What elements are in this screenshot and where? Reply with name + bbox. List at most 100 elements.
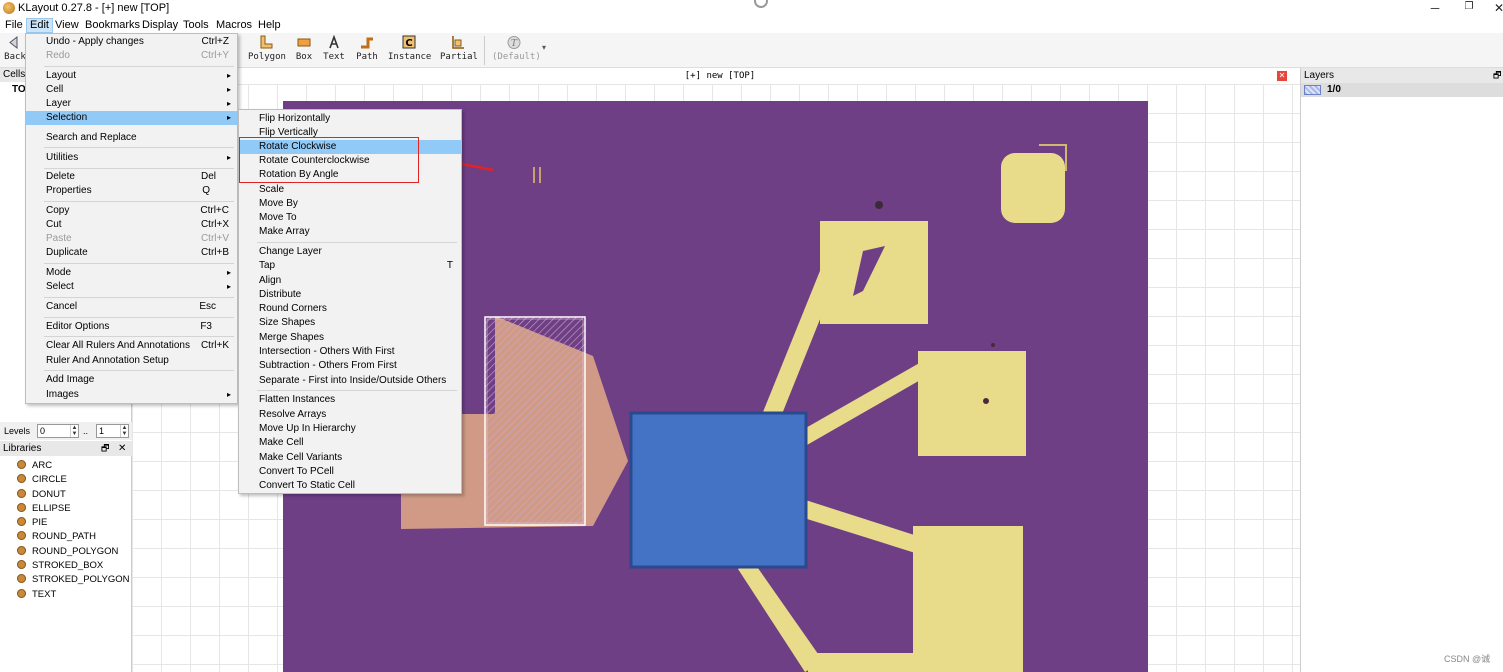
menu-item-images[interactable]: Images ▸ (26, 388, 237, 402)
float-panel-icon[interactable]: 🗗 (1493, 68, 1501, 83)
library-item[interactable]: ROUND_POLYGON (17, 545, 130, 559)
menu-separator (44, 370, 234, 371)
spin-arrows-icon[interactable]: ▲ ▼ (120, 425, 128, 437)
float-panel-icon[interactable]: 🗗 (101, 441, 109, 456)
menu-item-delete[interactable]: Delete Del (26, 170, 237, 184)
menu-item-undo[interactable]: Undo - Apply changes Ctrl+Z (26, 35, 237, 49)
close-button[interactable]: ✕ (1484, 1, 1503, 17)
menu-item-make-cell[interactable]: Make Cell (239, 436, 461, 450)
menu-item-select[interactable]: Select ▸ (26, 280, 237, 294)
close-panel-icon[interactable]: ✕ (118, 441, 126, 456)
menu-item-cell[interactable]: Cell ▸ (26, 83, 237, 97)
menu-item-ruler-setup[interactable]: Ruler And Annotation Setup (26, 354, 237, 368)
menu-item-copy[interactable]: Copy Ctrl+C (26, 204, 237, 218)
menu-bookmarks[interactable]: Bookmarks (82, 18, 143, 33)
menu-macros[interactable]: Macros (213, 18, 255, 33)
menu-item-properties[interactable]: Properties Q (26, 184, 237, 198)
menu-item-layout[interactable]: Layout ▸ (26, 69, 237, 83)
levels-separator: .. (83, 426, 89, 436)
menu-item-cut[interactable]: Cut Ctrl+X (26, 218, 237, 232)
cell-tree-item-top[interactable]: TO (12, 84, 26, 95)
menu-view[interactable]: View (52, 18, 82, 33)
menu-item-convert-to-pcell[interactable]: Convert To PCell (239, 465, 461, 479)
library-item-label: STROKED_BOX (32, 560, 104, 572)
library-cell-icon (17, 531, 26, 541)
tool-path[interactable]: Path (354, 35, 380, 65)
menu-item-selection[interactable]: Selection ▸ (26, 111, 237, 126)
menu-item-editor-options[interactable]: Editor Options F3 (26, 320, 237, 334)
library-item[interactable]: STROKED_POLYGON (17, 573, 130, 587)
menu-item-layer[interactable]: Layer ▸ (26, 97, 237, 111)
library-item[interactable]: CIRCLE (17, 473, 130, 487)
menu-item-distribute[interactable]: Distribute (239, 288, 461, 302)
library-item[interactable]: ARC (17, 459, 130, 473)
window-title: KLayout 0.27.8 - [+] new [TOP] (18, 2, 170, 14)
layers-header: Layers 🗗 (1301, 68, 1503, 83)
annotation-highlight-box (239, 137, 419, 183)
maximize-button[interactable]: ❐ (1454, 1, 1484, 17)
menu-tools[interactable]: Tools (180, 18, 212, 33)
library-cell-icon (17, 474, 26, 484)
library-item[interactable]: TEXT (17, 588, 130, 602)
polygon-icon (260, 35, 273, 49)
menu-item-flip-horizontally[interactable]: Flip Horizontally (239, 112, 461, 126)
watermark-text: CSDN @诚 (1444, 654, 1491, 664)
menu-item-cancel[interactable]: Cancel Esc (26, 300, 237, 314)
menu-item-separate[interactable]: Separate - First into Inside/Outside Oth… (239, 374, 461, 388)
menu-item-make-cell-variants[interactable]: Make Cell Variants (239, 451, 461, 465)
style-selector[interactable]: T (Default) (492, 35, 541, 65)
library-item[interactable]: STROKED_BOX (17, 559, 130, 573)
menu-item-move-up-hierarchy[interactable]: Move Up In Hierarchy (239, 422, 461, 436)
menu-item-scale[interactable]: Scale (239, 183, 461, 197)
menu-item-move-to[interactable]: Move To (239, 211, 461, 225)
tool-polygon[interactable]: Polygon (248, 35, 286, 65)
menu-item-utilities[interactable]: Utilities ▸ (26, 151, 237, 165)
menu-item-change-layer[interactable]: Change Layer (239, 245, 461, 259)
menu-item-redo[interactable]: Redo Ctrl+Y (26, 49, 237, 63)
library-item[interactable]: ELLIPSE (17, 502, 130, 516)
tool-box[interactable]: Box (292, 35, 316, 65)
svg-text:C: C (405, 38, 412, 49)
title-bar: KLayout 0.27.8 - [+] new [TOP] ─ ❐ ✕ (0, 0, 1503, 18)
submenu-arrow-icon: ▸ (226, 153, 231, 162)
menu-item-convert-to-static-cell[interactable]: Convert To Static Cell (239, 479, 461, 493)
back-button[interactable]: Back (4, 35, 26, 65)
menu-item-paste[interactable]: Paste Ctrl+V (26, 232, 237, 246)
menu-item-move-by[interactable]: Move By (239, 197, 461, 211)
layer-row[interactable]: 1/0 (1301, 83, 1503, 97)
libraries-header: Libraries 🗗 ✕ (0, 441, 132, 456)
menu-item-round-corners[interactable]: Round Corners (239, 302, 461, 316)
menu-file[interactable]: File (2, 18, 26, 33)
menu-item-align[interactable]: Align (239, 274, 461, 288)
library-item[interactable]: DONUT (17, 488, 130, 502)
menu-item-duplicate[interactable]: Duplicate Ctrl+B (26, 246, 237, 260)
menu-item-subtraction[interactable]: Subtraction - Others From First (239, 359, 461, 373)
tool-text[interactable]: Text (322, 35, 346, 65)
menu-item-resolve-arrays[interactable]: Resolve Arrays (239, 408, 461, 422)
library-cell-icon (17, 502, 26, 512)
menu-item-merge-shapes[interactable]: Merge Shapes (239, 331, 461, 345)
levels-from-spinbox[interactable]: 0 ▲ ▼ (37, 424, 79, 438)
menu-item-make-array[interactable]: Make Array (239, 225, 461, 239)
close-view-icon[interactable]: ✕ (1277, 71, 1287, 81)
menu-item-search-and-replace[interactable]: Search and Replace (26, 131, 237, 145)
library-item[interactable]: PIE (17, 516, 130, 530)
minimize-button[interactable]: ─ (1420, 1, 1450, 17)
menu-item-add-image[interactable]: Add Image (26, 373, 237, 387)
menu-item-clear-rulers[interactable]: Clear All Rulers And Annotations Ctrl+K (26, 339, 237, 353)
menu-display[interactable]: Display (139, 18, 181, 33)
levels-to-spinbox[interactable]: 1 ▲ ▼ (96, 424, 129, 438)
toolbar-separator (484, 36, 485, 65)
menu-help[interactable]: Help (255, 18, 284, 33)
spin-arrows-icon[interactable]: ▲ ▼ (70, 425, 78, 437)
menu-edit[interactable]: Edit (26, 18, 53, 33)
menu-item-flatten-instances[interactable]: Flatten Instances (239, 393, 461, 407)
menu-item-mode[interactable]: Mode ▸ (26, 266, 237, 280)
chevron-down-icon[interactable]: ▾ (542, 43, 546, 52)
menu-item-size-shapes[interactable]: Size Shapes (239, 316, 461, 330)
library-item[interactable]: ROUND_PATH (17, 530, 130, 544)
tool-partial[interactable]: Partial (440, 35, 478, 65)
tool-instance[interactable]: C Instance (388, 35, 431, 65)
menu-item-tap[interactable]: Tap T (239, 259, 461, 273)
menu-item-intersection[interactable]: Intersection - Others With First (239, 345, 461, 359)
